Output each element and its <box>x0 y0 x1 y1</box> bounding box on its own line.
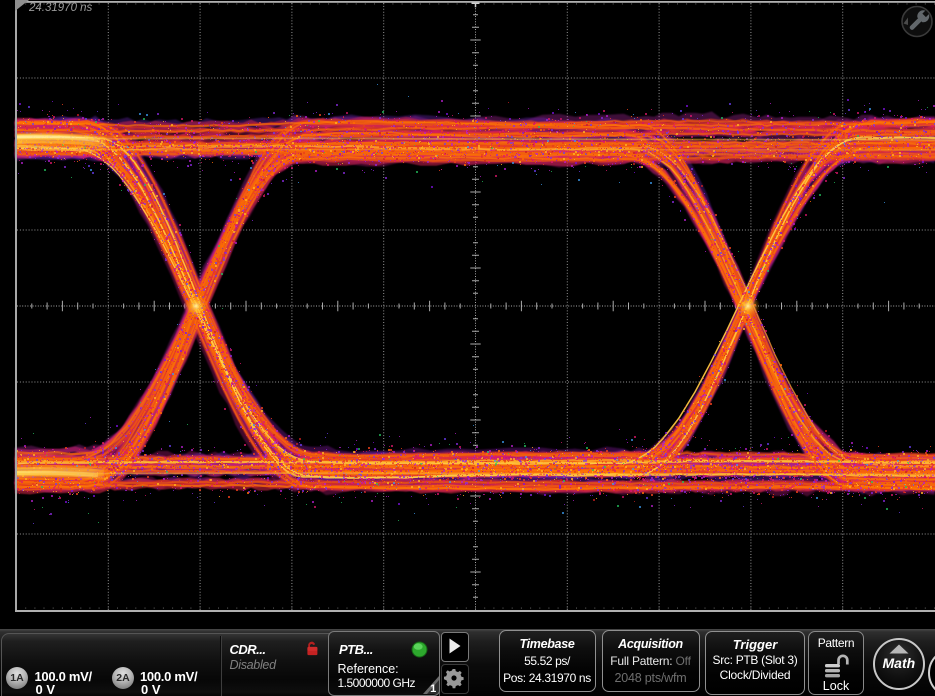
svg-text:24.31970 ns: 24.31970 ns <box>28 2 93 14</box>
svg-text:1: 1 <box>430 683 436 694</box>
